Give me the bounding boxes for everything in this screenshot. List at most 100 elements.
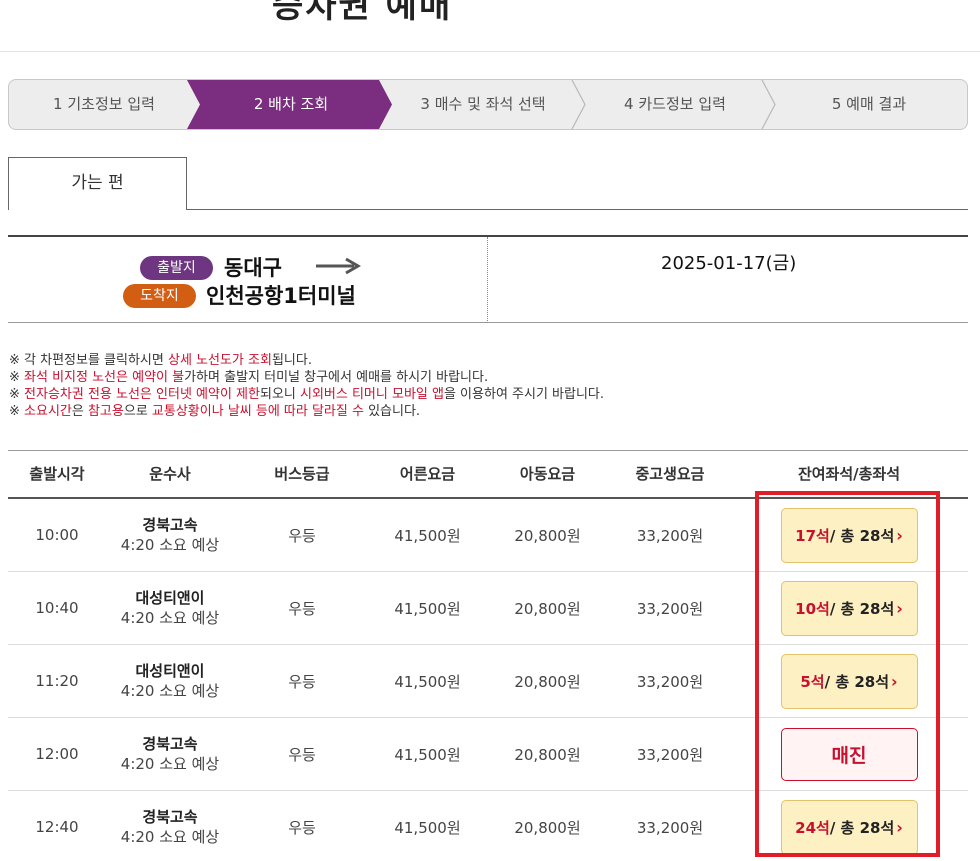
- soldout-button[interactable]: 매진: [780, 727, 918, 781]
- chevron-right-icon: ›: [896, 817, 903, 837]
- header-adult-fare: 어른요금: [399, 465, 456, 483]
- arrival-city: 인천공항1터미널: [206, 284, 356, 308]
- table-row[interactable]: 12:40 경북고속 4:20 소요 예상 우등 41,500원 20,800원…: [8, 791, 968, 861]
- company-name: 경북고속: [142, 808, 198, 826]
- seat-cell: 매진: [730, 718, 968, 790]
- total-seats: / 총 28석: [824, 672, 890, 691]
- schedule-table: 출발시각 운수사 버스등급 어른요금 아동요금 중고생요금 잔여좌석/총좌석 1…: [8, 450, 968, 861]
- departure-badge: 출발지: [140, 256, 213, 280]
- company-name: 경북고속: [142, 735, 198, 753]
- bus-grade: 우등: [288, 745, 316, 764]
- bus-grade: 우등: [288, 526, 316, 545]
- step-5: 5 예매 결과: [831, 95, 907, 113]
- chevron-right-icon: ›: [896, 525, 903, 545]
- seat-cell: 24석 / 총 28석 ›: [730, 791, 968, 861]
- header-departure-time: 출발시각: [29, 465, 85, 483]
- tab-outbound[interactable]: 가는 편: [8, 157, 187, 210]
- total-seats: / 총 28석: [829, 818, 895, 837]
- remaining-seats: 24석: [795, 818, 830, 837]
- table-row[interactable]: 12:00 경북고속 4:20 소요 예상 우등 41,500원 20,800원…: [8, 718, 968, 791]
- page-title: 승차권 예매: [272, 0, 453, 26]
- header-youth-fare: 중고생요금: [635, 465, 705, 483]
- route-divider: [487, 237, 488, 323]
- adult-fare: 41,500원: [394, 526, 461, 545]
- bus-grade: 우등: [288, 599, 316, 618]
- duration: 4:20 소요 예상: [120, 828, 220, 846]
- company-cell: 대성티앤이 4:20 소요 예상: [106, 572, 234, 644]
- title-divider: [0, 51, 980, 52]
- youth-fare: 33,200원: [636, 818, 704, 837]
- child-fare: 20,800원: [514, 818, 581, 837]
- step-4: 4 카드정보 입력: [624, 95, 726, 113]
- notice-line: ※ 각 차편정보를 클릭하시면 상세 노선도가 조회됩니다.: [9, 353, 312, 368]
- company-name: 대성티앤이: [135, 589, 205, 607]
- chevron-right-icon: ›: [896, 598, 903, 618]
- table-row[interactable]: 11:20 대성티앤이 4:20 소요 예상 우등 41,500원 20,800…: [8, 645, 968, 718]
- company-cell: 대성티앤이 4:20 소요 예상: [106, 645, 234, 717]
- child-fare: 20,800원: [514, 745, 581, 764]
- select-seat-button[interactable]: 10석 / 총 28석 ›: [780, 580, 918, 636]
- departure-time: 10:00: [35, 526, 79, 544]
- remaining-seats: 5석: [800, 672, 825, 691]
- youth-fare: 33,200원: [636, 745, 704, 764]
- duration: 4:20 소요 예상: [120, 609, 220, 627]
- company-cell: 경북고속 4:20 소요 예상: [106, 499, 234, 571]
- duration: 4:20 소요 예상: [120, 682, 220, 700]
- departure-date: 2025-01-17(금): [661, 253, 797, 274]
- youth-fare: 33,200원: [636, 526, 704, 545]
- notice-list: ※ 각 차편정보를 클릭하시면 상세 노선도가 조회됩니다. ※ 좌석 비지정 …: [9, 352, 604, 420]
- seat-cell: 17석 / 총 28석 ›: [730, 499, 968, 571]
- select-seat-button[interactable]: 17석 / 총 28석 ›: [780, 507, 918, 563]
- bus-grade: 우등: [288, 818, 316, 837]
- departure-time: 10:40: [35, 599, 79, 617]
- step-3: 3 매수 및 좌석 선택: [420, 95, 546, 113]
- table-row[interactable]: 10:40 대성티앤이 4:20 소요 예상 우등 41,500원 20,800…: [8, 572, 968, 645]
- child-fare: 20,800원: [514, 526, 581, 545]
- total-seats: / 총 28석: [829, 599, 895, 618]
- child-fare: 20,800원: [514, 672, 581, 691]
- adult-fare: 41,500원: [394, 672, 461, 691]
- step-1: 1 기초정보 입력: [53, 95, 155, 113]
- adult-fare: 41,500원: [394, 599, 461, 618]
- route-summary: 출발지 동대구 도착지 인천공항1터미널 2025-01-17(금): [8, 235, 968, 323]
- table-row[interactable]: 10:00 경북고속 4:20 소요 예상 우등 41,500원 20,800원…: [8, 499, 968, 572]
- bus-grade: 우등: [288, 672, 316, 691]
- remaining-seats: 10석: [795, 599, 830, 618]
- adult-fare: 41,500원: [394, 818, 461, 837]
- tab-underline: [186, 209, 968, 210]
- total-seats: / 총 28석: [829, 526, 895, 545]
- adult-fare: 41,500원: [394, 745, 461, 764]
- departure-time: 11:20: [35, 672, 79, 690]
- child-fare: 20,800원: [514, 599, 581, 618]
- company-name: 경북고속: [142, 516, 198, 534]
- seat-cell: 10석 / 총 28석 ›: [730, 572, 968, 644]
- select-seat-button[interactable]: 5석 / 총 28석 ›: [780, 653, 918, 709]
- header-child-fare: 아동요금: [519, 465, 576, 483]
- step-2: 2 배차 조회: [253, 95, 329, 113]
- departure-city: 동대구: [224, 256, 282, 280]
- arrival-badge: 도착지: [123, 284, 196, 308]
- header-seats: 잔여좌석/총좌석: [797, 465, 901, 483]
- notice-line: ※ 전자승차권 전용 노선은 인터넷 예약이 제한되오니 시외버스 티머니 모바…: [9, 387, 605, 402]
- duration: 4:20 소요 예상: [120, 755, 220, 773]
- departure-time: 12:40: [35, 818, 79, 836]
- step-navigation: 1 기초정보 입력 2 배차 조회 3 매수 및 좌석 선택 4 카드정보 입력…: [8, 79, 968, 130]
- select-seat-button[interactable]: 24석 / 총 28석 ›: [780, 799, 918, 855]
- departure-time: 12:00: [35, 745, 79, 763]
- duration: 4:20 소요 예상: [120, 536, 220, 554]
- chevron-right-icon: ›: [891, 671, 898, 691]
- youth-fare: 33,200원: [636, 672, 704, 691]
- notice-line: ※ 좌석 비지정 노선은 예약이 불가하며 출발지 터미널 창구에서 예매를 하…: [9, 370, 489, 385]
- header-bus-grade: 버스등급: [274, 465, 330, 483]
- table-header: 출발시각 운수사 버스등급 어른요금 아동요금 중고생요금 잔여좌석/총좌석: [8, 451, 968, 499]
- direction-tabs: 가는 편: [8, 157, 968, 210]
- header-company: 운수사: [149, 465, 191, 483]
- notice-line: ※ 소요시간은 참고용으로 교통상황이나 날씨 등에 따라 달라질 수 있습니다…: [9, 404, 421, 419]
- remaining-seats: 17석: [795, 526, 830, 545]
- company-cell: 경북고속 4:20 소요 예상: [106, 718, 234, 790]
- seat-cell: 5석 / 총 28석 ›: [730, 645, 968, 717]
- arrow-right-icon: [316, 257, 361, 275]
- youth-fare: 33,200원: [636, 599, 704, 618]
- company-name: 대성티앤이: [135, 662, 205, 680]
- company-cell: 경북고속 4:20 소요 예상: [106, 791, 234, 861]
